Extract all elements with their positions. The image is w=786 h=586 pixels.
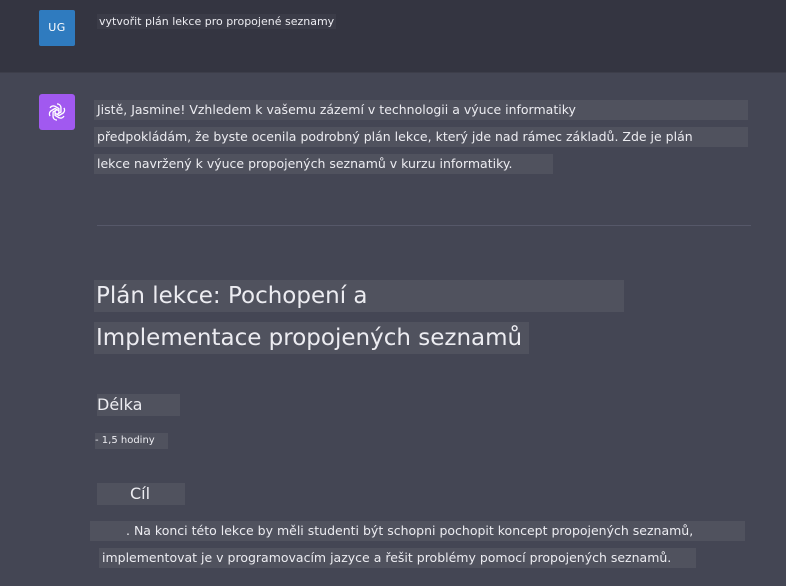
goal-heading-wrap: Cíl <box>97 483 185 505</box>
intro-line-1: Jistě, Jasmine! Vzhledem k vašemu zázemí… <box>94 100 748 120</box>
goal-heading: Cíl <box>130 484 151 503</box>
user-avatar: UG <box>39 10 75 46</box>
intro-line-3: lekce navržený k výuce propojených sezna… <box>94 154 553 174</box>
user-message-row: UG vytvořit plán lekce pro propojené sez… <box>0 0 786 73</box>
assistant-avatar <box>39 94 75 130</box>
duration-heading: Délka <box>97 394 180 416</box>
openai-logo-icon <box>48 103 66 121</box>
goal-line-1-wrap: . Na konci této lekce by měli studenti b… <box>90 521 745 541</box>
section-divider <box>97 225 751 226</box>
user-message-text: vytvořit plán lekce pro propojené seznam… <box>97 14 337 29</box>
assistant-message-row: Jistě, Jasmine! Vzhledem k vašemu zázemí… <box>0 73 786 586</box>
lesson-title-line-2: Implementace propojených seznamů <box>94 322 529 354</box>
duration-value: - 1,5 hodiny <box>95 433 168 449</box>
intro-line-2: předpokládám, že byste ocenila podrobný … <box>94 127 748 147</box>
lesson-title-line-1: Plán lekce: Pochopení a <box>94 280 624 312</box>
goal-line-1: . Na konci této lekce by měli studenti b… <box>126 523 694 538</box>
goal-line-2: implementovat je v programovacím jazyce … <box>99 548 696 568</box>
